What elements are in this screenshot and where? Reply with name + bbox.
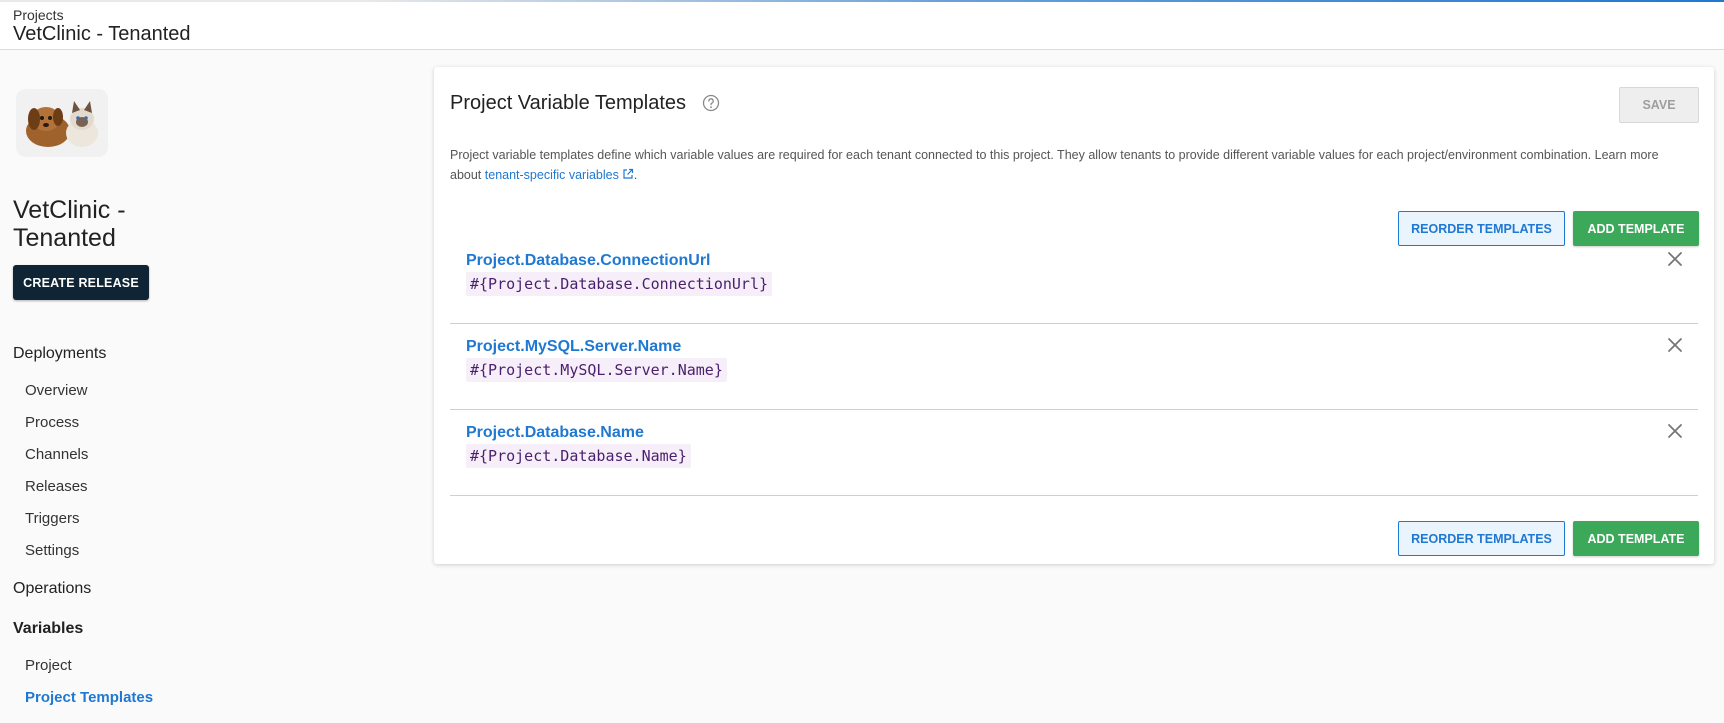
breadcrumb[interactable]: Projects <box>13 7 64 23</box>
nav-section-operations[interactable]: Operations <box>13 580 91 598</box>
nav-item-overview[interactable]: Overview <box>25 382 88 399</box>
nav-section-deployments[interactable]: Deployments <box>13 345 106 363</box>
template-expression: #{Project.Database.Name} <box>466 444 691 468</box>
close-icon[interactable] <box>1664 248 1686 270</box>
tenant-specific-variables-link[interactable]: tenant-specific variables <box>485 168 619 182</box>
save-button[interactable]: SAVE <box>1619 87 1699 123</box>
reorder-templates-button-bottom[interactable]: REORDER TEMPLATES <box>1398 521 1565 556</box>
page-title: VetClinic - Tenanted <box>13 23 191 45</box>
close-icon[interactable] <box>1664 420 1686 442</box>
sidebar: VetClinic - Tenanted CREATE RELEASE Depl… <box>0 51 420 723</box>
nav-item-project[interactable]: Project <box>25 657 72 674</box>
add-template-button-bottom[interactable]: ADD TEMPLATE <box>1573 521 1699 556</box>
description-suffix: . <box>633 168 638 182</box>
nav-section-variables[interactable]: Variables <box>13 620 83 638</box>
project-name: VetClinic - Tenanted <box>13 196 126 252</box>
template-expression: #{Project.Database.ConnectionUrl} <box>466 272 773 296</box>
template-name[interactable]: Project.Database.Name <box>466 424 644 442</box>
project-logo <box>16 89 108 157</box>
help-circle-icon[interactable] <box>702 94 720 112</box>
template-row[interactable]: Project.Database.Name #{Project.Database… <box>450 410 1698 496</box>
page-header: Projects VetClinic - Tenanted <box>0 2 1724 50</box>
nav-item-process[interactable]: Process <box>25 414 79 431</box>
template-row[interactable]: Project.MySQL.Server.Name #{Project.MySQ… <box>450 324 1698 410</box>
external-link-icon[interactable] <box>622 168 634 180</box>
template-name[interactable]: Project.Database.ConnectionUrl <box>466 252 711 270</box>
template-row[interactable]: Project.Database.ConnectionUrl #{Project… <box>450 238 1698 324</box>
nav-item-settings[interactable]: Settings <box>25 542 79 559</box>
nav-item-releases[interactable]: Releases <box>25 478 88 495</box>
pets-logo-image <box>16 89 108 157</box>
nav-item-project-templates[interactable]: Project Templates <box>25 689 153 706</box>
create-release-button[interactable]: CREATE RELEASE <box>13 265 149 300</box>
project-variable-templates-card: Project Variable Templates SAVE Project … <box>434 67 1714 564</box>
template-expression: #{Project.MySQL.Server.Name} <box>466 358 727 382</box>
nav-item-triggers[interactable]: Triggers <box>25 510 79 527</box>
nav-item-channels[interactable]: Channels <box>25 446 88 463</box>
card-description: Project variable templates define which … <box>450 145 1690 185</box>
close-icon[interactable] <box>1664 334 1686 356</box>
template-name[interactable]: Project.MySQL.Server.Name <box>466 338 681 356</box>
card-title: Project Variable Templates <box>450 92 687 114</box>
